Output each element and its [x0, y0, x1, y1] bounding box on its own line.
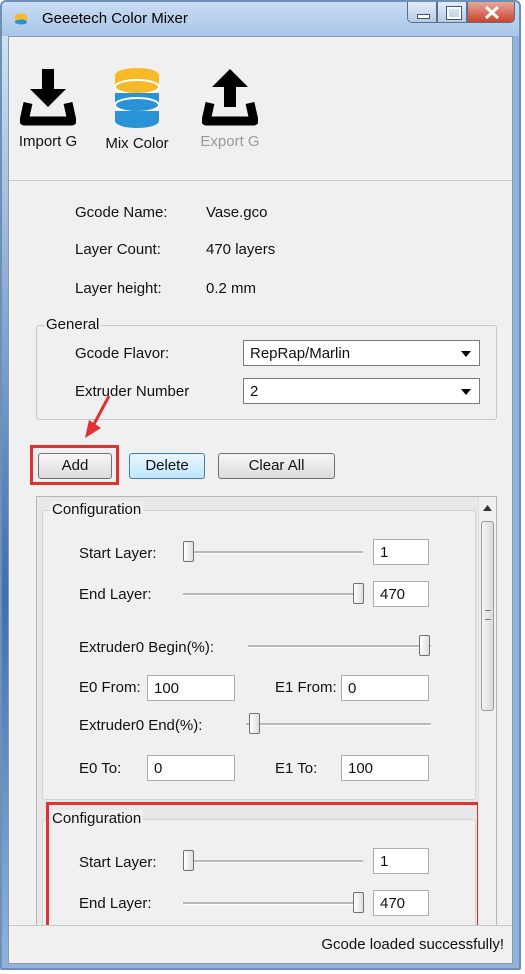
close-button[interactable] — [467, 2, 515, 23]
mix-color-button[interactable]: Mix Color — [95, 67, 179, 152]
extruder0-end-label: Extruder0 End(%): — [79, 717, 203, 734]
extruder0-begin-label: Extruder0 Begin(%): — [79, 639, 215, 656]
add-button[interactable]: Add — [38, 453, 112, 479]
grip-icon — [485, 610, 491, 620]
mix-color-icon — [114, 68, 160, 128]
start-layer-input[interactable]: 1 — [373, 539, 429, 565]
delete-button[interactable]: Delete — [129, 453, 205, 479]
scroll-up-icon[interactable] — [483, 505, 492, 511]
extruder0-end-slider-thumb[interactable] — [249, 713, 260, 734]
app-icon — [15, 13, 27, 25]
end-layer-input[interactable]: 470 — [373, 890, 429, 916]
start-layer-slider-thumb[interactable] — [183, 850, 194, 871]
gcode-flavor-select[interactable]: RepRap/Marlin — [243, 340, 480, 366]
e1-to-label: E1 To: — [275, 760, 318, 777]
close-icon — [484, 5, 500, 20]
gcode-name-row: Gcode Name: Vase.gco — [75, 204, 267, 221]
minimize-button[interactable] — [407, 2, 437, 23]
minimize-icon — [417, 14, 430, 19]
status-text: Gcode loaded successfully! — [321, 936, 504, 953]
configuration-title: Configuration — [50, 810, 144, 827]
client-area: Import G Mix Color Export G Gcode Name: … — [8, 36, 513, 964]
mix-color-label: Mix Color — [105, 135, 169, 152]
gcode-flavor-value: RepRap/Marlin — [250, 345, 351, 362]
layer-count-row: Layer Count: 470 layers — [75, 241, 275, 258]
e1-from-input[interactable]: 0 — [341, 675, 429, 701]
export-label: Export G — [200, 133, 260, 150]
general-title: General — [44, 316, 102, 333]
start-layer-slider[interactable] — [183, 860, 363, 863]
e0-to-input[interactable]: 0 — [147, 755, 235, 781]
layer-count-label: Layer Count: — [75, 241, 161, 258]
gcode-name-value: Vase.gco — [206, 204, 268, 221]
end-layer-slider-thumb[interactable] — [353, 583, 364, 604]
vertical-scrollbar-thumb[interactable] — [481, 521, 494, 711]
title-bar[interactable]: Geeetech Color Mixer — [2, 2, 519, 36]
start-layer-slider[interactable] — [183, 551, 363, 554]
layer-height-label: Layer height: — [75, 280, 162, 297]
chevron-down-icon — [461, 389, 471, 395]
app-window: Geeetech Color Mixer Import G Mix Color … — [0, 0, 521, 970]
chevron-down-icon — [461, 351, 471, 357]
import-gcode-button[interactable]: Import G — [13, 67, 83, 150]
import-icon — [20, 69, 76, 126]
export-icon — [202, 69, 258, 126]
e0-to-label: E0 To: — [79, 760, 122, 777]
annotation-arrow — [85, 395, 111, 438]
gcode-name-label: Gcode Name: — [75, 204, 168, 221]
end-layer-slider-thumb[interactable] — [353, 892, 364, 913]
end-layer-label: End Layer: — [79, 586, 152, 603]
start-layer-slider-thumb[interactable] — [183, 541, 194, 562]
end-layer-slider[interactable] — [183, 902, 363, 905]
maximize-button[interactable] — [437, 2, 467, 23]
end-layer-slider[interactable] — [183, 593, 363, 596]
extruder0-end-slider[interactable] — [246, 723, 431, 726]
layer-height-value: 0.2 mm — [206, 280, 257, 297]
import-label: Import G — [18, 133, 78, 150]
export-gcode-button[interactable]: Export G — [191, 67, 269, 150]
end-layer-label: End Layer: — [79, 895, 152, 912]
extruder-number-value: 2 — [250, 383, 259, 400]
maximize-icon — [446, 6, 462, 20]
start-layer-label: Start Layer: — [79, 854, 157, 871]
window-title: Geeetech Color Mixer — [42, 10, 188, 27]
e1-from-label: E1 From: — [275, 679, 337, 696]
toolbar: Import G Mix Color Export G — [9, 37, 512, 181]
e1-to-input[interactable]: 100 — [341, 755, 429, 781]
gcode-flavor-label: Gcode Flavor: — [75, 345, 170, 362]
configuration-group-1: Configuration Start Layer: 1 End Layer: … — [42, 501, 476, 800]
start-layer-label: Start Layer: — [79, 545, 157, 562]
configuration-title: Configuration — [50, 501, 144, 518]
e0-from-input[interactable]: 100 — [147, 675, 235, 701]
extruder0-begin-slider[interactable] — [248, 645, 431, 648]
layer-height-row: Layer height: 0.2 mm — [75, 280, 256, 297]
extruder0-begin-slider-thumb[interactable] — [419, 635, 430, 656]
start-layer-input[interactable]: 1 — [373, 848, 429, 874]
layer-count-value: 470 layers — [206, 241, 276, 258]
extruder-number-select[interactable]: 2 — [243, 378, 480, 404]
end-layer-input[interactable]: 470 — [373, 581, 429, 607]
e0-from-label: E0 From: — [79, 679, 141, 696]
configuration-list-panel[interactable]: Configuration Start Layer: 1 End Layer: … — [36, 496, 497, 958]
status-bar: Gcode loaded successfully! — [9, 925, 512, 963]
vertical-scrollbar[interactable] — [478, 497, 496, 957]
clear-all-button[interactable]: Clear All — [218, 453, 335, 479]
